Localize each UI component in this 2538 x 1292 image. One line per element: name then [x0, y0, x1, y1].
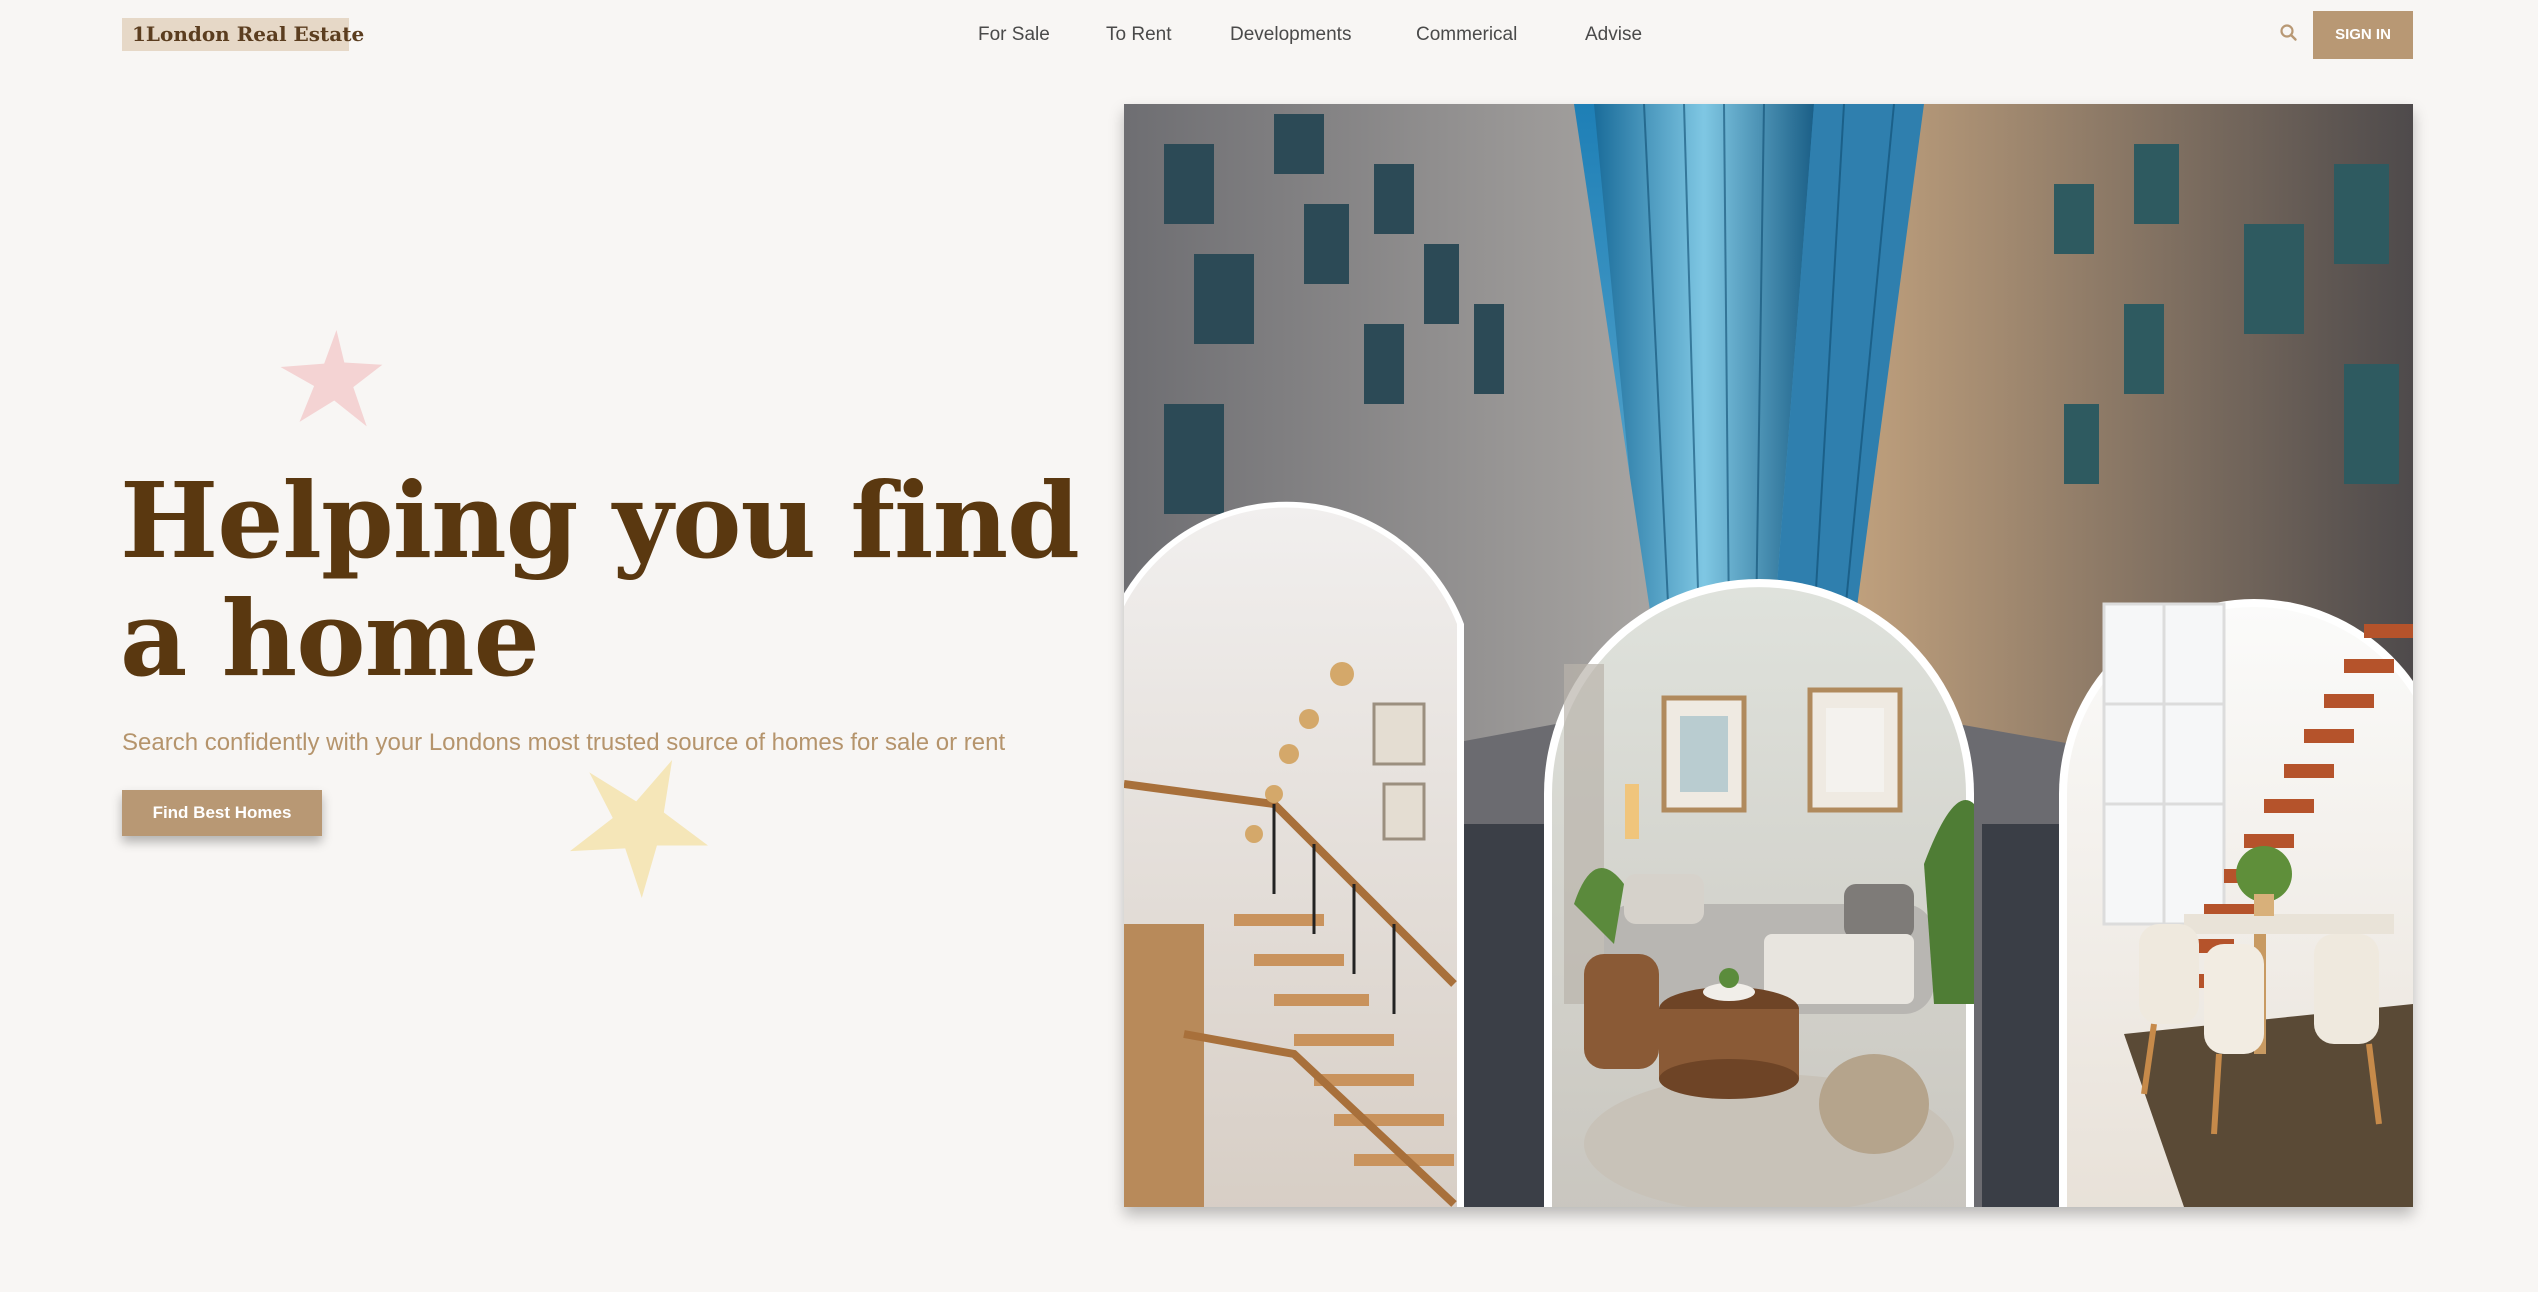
hero-image-collage [1124, 104, 2413, 1207]
site-logo[interactable]: 1London Real Estate [122, 18, 364, 51]
hero-subtitle: Search confidently with your Londons mos… [122, 729, 1006, 756]
nav-advise[interactable]: Advise [1585, 22, 1642, 48]
find-best-homes-button[interactable]: Find Best Homes [122, 790, 322, 836]
pink-star-decoration [280, 330, 383, 427]
yellow-star-decoration [570, 760, 708, 898]
search-button[interactable] [2278, 22, 2300, 44]
search-icon [2280, 24, 2297, 41]
nav-developments[interactable]: Developments [1230, 22, 1351, 48]
site-header: 1London Real Estate For Sale To Rent Dev… [0, 0, 2538, 70]
hero-title: Helping you find a home [120, 459, 1080, 700]
sign-in-button[interactable]: SIGN IN [2313, 11, 2413, 59]
nav-for-sale[interactable]: For Sale [978, 22, 1050, 48]
nav-to-rent[interactable]: To Rent [1106, 22, 1171, 48]
nav-commercial[interactable]: Commerical [1416, 22, 1517, 48]
